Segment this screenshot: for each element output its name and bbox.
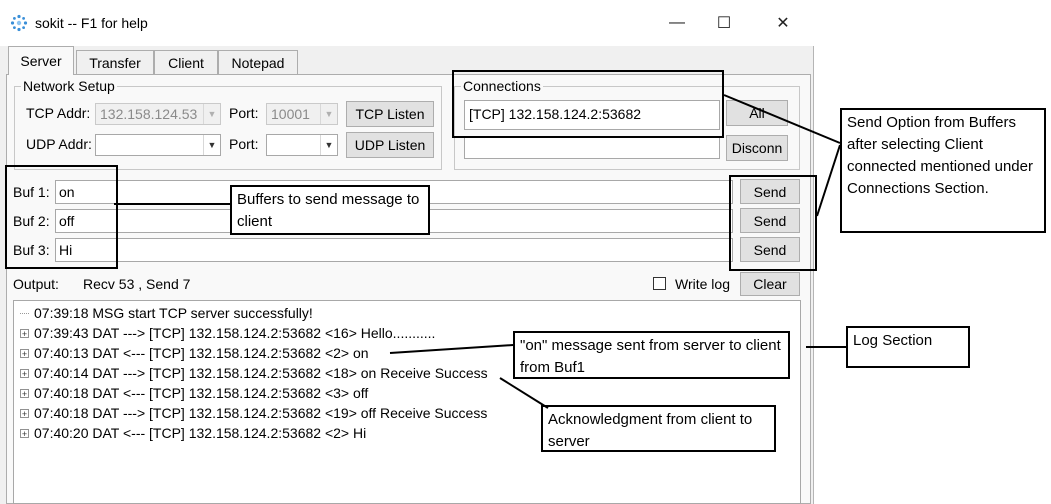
connector-acknowledgment [499, 377, 549, 409]
connector-on-message [389, 344, 514, 354]
annotation-connectors [114, 94, 846, 409]
connector-connections [723, 94, 841, 144]
connector-send-buttons [816, 144, 841, 217]
tab-server[interactable]: Server [8, 46, 74, 75]
